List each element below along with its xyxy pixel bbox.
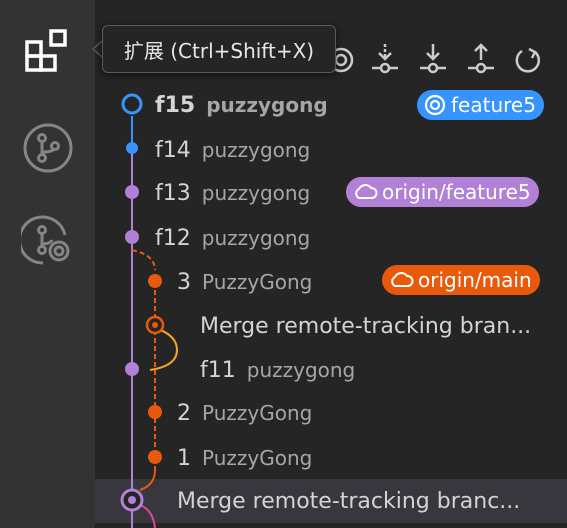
commit-node (148, 274, 162, 288)
branch-badge-feature5[interactable]: feature5 (417, 90, 544, 120)
branch-badge-origin-feature5[interactable]: origin/feature5 (346, 177, 539, 207)
cloud-icon (355, 184, 378, 199)
commit-node-head (121, 93, 143, 115)
commit-node (148, 450, 162, 464)
remote-source-control-icon[interactable] (0, 200, 95, 280)
commit-node (125, 230, 139, 244)
tooltip: 扩展 (Ctrl+Shift+X) (102, 25, 336, 73)
source-control-icon[interactable] (0, 108, 95, 188)
commit-node (126, 142, 138, 154)
branch-badge-origin-main[interactable]: origin/main (382, 265, 540, 295)
tooltip-text: 扩展 (Ctrl+Shift+X) (123, 38, 315, 63)
commit-node (125, 185, 139, 199)
target-icon (424, 94, 446, 116)
commit-node (148, 405, 162, 419)
cloud-icon (391, 272, 414, 287)
extensions-icon[interactable] (0, 12, 95, 92)
git-graph-panel: f15 puzzygong f14 puzzygong f13 puzzygon… (95, 0, 567, 528)
commit-graph (120, 93, 179, 528)
commit-node (125, 362, 139, 376)
activity-bar (0, 0, 95, 528)
